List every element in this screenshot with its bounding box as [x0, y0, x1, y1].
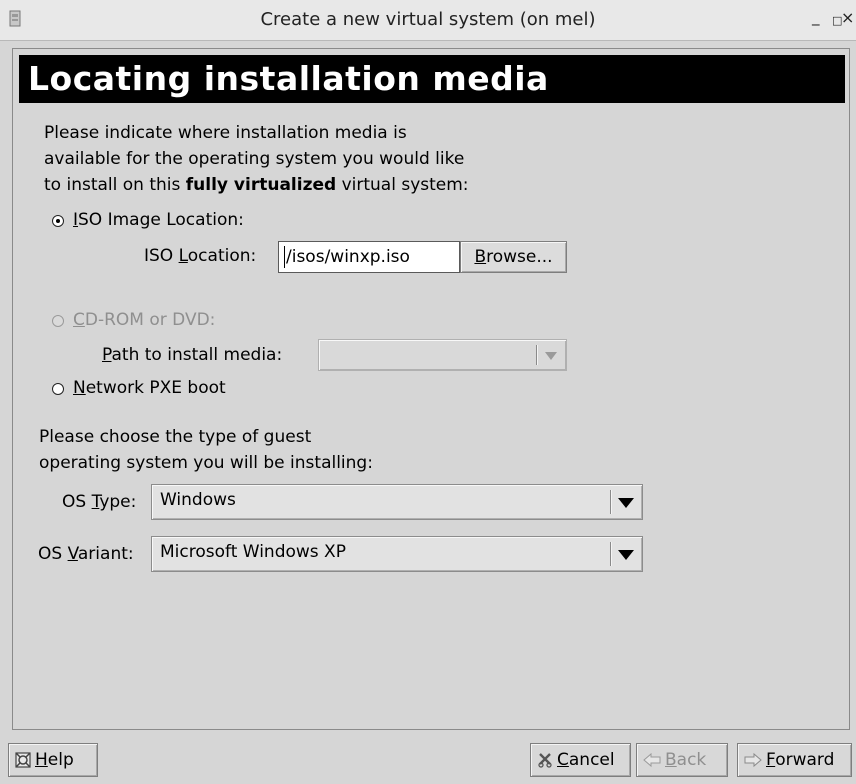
intro-line-3: to install on this fully virtualized vir…: [44, 172, 469, 198]
back-mnemonic: B: [665, 750, 677, 770]
text-caret: [284, 246, 285, 268]
os-type-combo[interactable]: Windows: [151, 484, 643, 520]
intro-text: Please indicate where installation media…: [44, 120, 469, 198]
intro-line-3-bold: fully virtualized: [185, 175, 337, 195]
chevron-down-icon: [545, 352, 557, 360]
pxe-radio-label[interactable]: Network PXE boot: [73, 378, 226, 398]
guest-os-line-1: Please choose the type of guest: [39, 427, 312, 447]
forward-button[interactable]: Forward: [737, 743, 852, 777]
pxe-radio-mnemonic: N: [73, 378, 86, 398]
forward-arrow-icon: [744, 752, 762, 768]
page-title: Locating installation media: [28, 59, 549, 98]
window-title: Create a new virtual system (on mel): [260, 9, 596, 30]
combo-separator: [536, 345, 538, 365]
window-titlebar[interactable]: Create a new virtual system (on mel) _ □…: [0, 0, 856, 41]
os-variant-label-pre: OS: [38, 544, 68, 564]
cancel-button[interactable]: Cancel: [530, 743, 631, 777]
combo-separator: [610, 490, 612, 514]
os-variant-mnemonic: V: [67, 544, 78, 564]
help-icon: [15, 752, 31, 768]
os-variant-combo[interactable]: Microsoft Windows XP: [151, 536, 643, 572]
install-media-path-label: Path to install media:: [102, 345, 282, 365]
close-button[interactable]: ×: [841, 9, 854, 27]
cdrom-radio-label-rest: D-ROM or DVD:: [84, 310, 216, 330]
cancel-label-rest: ancel: [568, 750, 615, 770]
chevron-down-icon: [618, 498, 634, 508]
browse-label-rest: rowse...: [486, 247, 553, 267]
combo-separator: [610, 542, 612, 566]
path-label-rest: ath to install media:: [111, 345, 283, 365]
iso-location-label-pre: ISO: [144, 246, 179, 266]
guest-os-text: Please choose the type of guest operatin…: [39, 424, 373, 476]
iso-location-value: /isos/winxp.iso: [286, 247, 410, 267]
iso-radio-label[interactable]: ISO Image Location:: [73, 210, 244, 230]
chevron-down-icon: [618, 550, 634, 560]
browse-mnemonic: B: [474, 247, 487, 267]
iso-location-label-post: ocation:: [187, 246, 257, 266]
help-mnemonic: H: [35, 750, 48, 770]
os-type-label: OS Type:: [62, 492, 136, 512]
forward-label-rest: orward: [775, 750, 835, 770]
cancel-icon: [538, 753, 552, 768]
path-mnemonic: P: [102, 345, 112, 365]
os-type-label-pre: OS: [62, 492, 92, 512]
os-type-value: Windows: [160, 490, 236, 510]
cdrom-radio-indicator[interactable]: [52, 315, 64, 327]
iso-location-input[interactable]: /isos/winxp.iso: [278, 241, 460, 273]
install-media-path-combo[interactable]: [318, 339, 567, 371]
os-variant-label: OS Variant:: [38, 544, 134, 564]
os-variant-value: Microsoft Windows XP: [160, 542, 346, 562]
browse-button[interactable]: Browse...: [460, 241, 567, 273]
iso-location-label: ISO Location:: [144, 246, 256, 266]
intro-line-1: Please indicate where installation media…: [44, 123, 407, 143]
forward-mnemonic: F: [766, 750, 776, 770]
os-type-label-post: ype:: [99, 492, 137, 512]
cdrom-radio-mnemonic: C: [73, 310, 85, 330]
intro-line-2: available for the operating system you w…: [44, 149, 465, 169]
page-header-banner: Locating installation media: [19, 55, 845, 103]
intro-line-3-suffix: virtual system:: [336, 175, 469, 195]
back-button[interactable]: Back: [636, 743, 728, 777]
iso-radio-indicator[interactable]: [52, 215, 64, 227]
help-label-rest: elp: [47, 750, 74, 770]
guest-os-line-2: operating system you will be installing:: [39, 453, 373, 473]
back-arrow-icon: [643, 752, 661, 768]
iso-location-mnemonic: L: [178, 246, 188, 266]
back-label-rest: ack: [676, 750, 707, 770]
minimize-button[interactable]: _: [812, 8, 820, 26]
pxe-radio-label-rest: etwork PXE boot: [85, 378, 226, 398]
help-button[interactable]: Help: [8, 743, 98, 777]
pxe-radio-indicator[interactable]: [52, 383, 64, 395]
intro-line-3-prefix: to install on this: [44, 175, 186, 195]
cdrom-radio-label[interactable]: CD-ROM or DVD:: [73, 310, 215, 330]
iso-radio-label-rest: SO Image Location:: [78, 210, 244, 230]
os-variant-label-post: ariant:: [77, 544, 134, 564]
cancel-mnemonic: C: [557, 750, 569, 770]
